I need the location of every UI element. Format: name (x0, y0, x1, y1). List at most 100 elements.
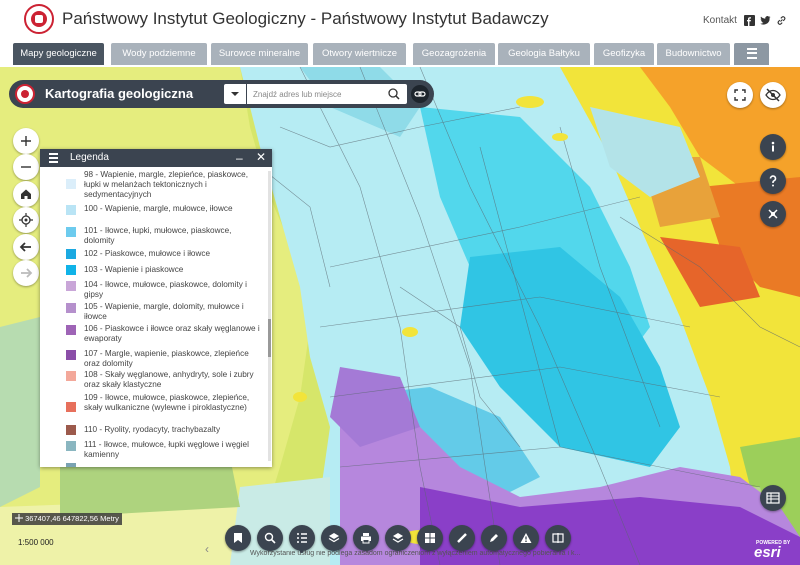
tab-budownictwo[interactable]: Budownictwo (657, 43, 730, 65)
help-button[interactable] (760, 168, 786, 194)
legend-swatch (66, 281, 76, 291)
search-source-dropdown[interactable] (224, 84, 246, 104)
toolbar-grid-button[interactable] (417, 525, 443, 551)
toolbar-attach-button[interactable] (225, 525, 251, 551)
legend-item-label: 110 - Ryolity, ryodacyty, trachybazalty (84, 425, 221, 434)
legend-swatch (66, 227, 76, 237)
app-search-bar: Kartografia geologiczna (9, 80, 434, 108)
category-tabs: Mapy geologiczne Wody podziemne Surowce … (0, 40, 800, 67)
table-icon (766, 492, 780, 504)
magnify-icon (264, 532, 276, 544)
minimize-icon[interactable]: – (236, 151, 243, 165)
legend-item-label: 102 - Piaskowce, mułowce i iłowce (84, 249, 211, 258)
list-icon (46, 153, 58, 163)
legend-swatch (66, 249, 76, 259)
basemap-icon (392, 533, 404, 543)
search-button[interactable] (381, 84, 407, 104)
legend-item-label: 109 - Iłowce, mułowce, piaskowce, zlepie… (84, 393, 250, 412)
kontakt-link[interactable]: Kontakt (703, 15, 737, 26)
eye-slash-icon (765, 88, 781, 102)
info-icon (771, 141, 775, 152)
plus-icon (21, 136, 31, 146)
grid-icon (425, 533, 435, 543)
arrow-right-icon (21, 268, 33, 278)
legend-swatch (66, 350, 76, 360)
toolbar-prev-chevron[interactable]: ‹ (205, 540, 217, 558)
legend-swatch (66, 425, 76, 435)
attribute-table-button[interactable] (760, 485, 786, 511)
info-button[interactable] (760, 134, 786, 160)
legend-swatch (66, 371, 76, 381)
attribution-text: Wykorzystanie usług nie podlega zasadom … (250, 550, 581, 557)
minus-icon (21, 166, 31, 168)
legend-scrollbar[interactable] (268, 171, 271, 461)
legend-swatch (66, 441, 76, 451)
legend-swatch (66, 303, 76, 313)
warning-icon (520, 533, 532, 543)
legend-swatch (66, 205, 76, 215)
bookmark-icon (234, 533, 242, 543)
legend-item-label: 100 - Wapienie, margle, mułowce, iłowce (84, 204, 233, 213)
facebook-icon[interactable] (744, 15, 755, 26)
tools-icon (768, 209, 778, 219)
crosshair-icon (15, 514, 23, 522)
layers-icon (328, 533, 340, 543)
legend-title: Legenda (70, 152, 109, 163)
ruler-icon (457, 533, 467, 543)
menu-icon (746, 47, 757, 59)
toolbar-legend-button[interactable] (289, 525, 315, 551)
home-button[interactable] (13, 181, 39, 207)
search-input[interactable] (247, 84, 391, 104)
legend-scroll-thumb[interactable] (268, 319, 271, 357)
toolbar-draw-button[interactable] (481, 525, 507, 551)
tab-wody-podziemne[interactable]: Wody podziemne (111, 43, 207, 65)
legend-item-label: 101 - Iłowce, łupki, mułowce, piaskowce,… (84, 226, 232, 245)
coordinates-text: 367407,46 647822,56 Metry (25, 514, 119, 523)
twitter-icon[interactable] (760, 15, 771, 26)
toolbar-layers-button[interactable] (321, 525, 347, 551)
legend-swatch (66, 463, 76, 467)
toolbar-measure-button[interactable] (449, 525, 475, 551)
search-icon (388, 88, 400, 100)
more-tabs-button[interactable] (734, 43, 769, 65)
locate-button[interactable] (13, 207, 39, 233)
next-extent-button[interactable] (13, 260, 39, 286)
toolbar-compare-button[interactable] (545, 525, 571, 551)
legend-swatch (66, 325, 76, 335)
toolbar-print-button[interactable] (353, 525, 379, 551)
scale-label: 1:500 000 (18, 538, 54, 547)
legend-item-label: 107 - Margle, wapienie, piaskowce, zlepi… (84, 349, 249, 368)
close-icon[interactable]: ✕ (256, 150, 266, 165)
pgi-logo[interactable] (24, 4, 54, 34)
tools-button[interactable] (760, 201, 786, 227)
previous-extent-button[interactable] (13, 234, 39, 260)
toolbar-basemap-button[interactable] (385, 525, 411, 551)
toolbar-alert-button[interactable] (513, 525, 539, 551)
tab-otwory-wiertnicze[interactable]: Otwory wiertnicze (313, 43, 406, 65)
draw-icon (490, 534, 498, 542)
print-icon (361, 533, 371, 544)
tab-mapy-geologiczne[interactable]: Mapy geologiczne (13, 43, 104, 65)
legend-item-label: 104 - Iłowce, mułowce, piaskowce, dolomi… (84, 280, 247, 299)
arrow-left-icon (19, 242, 31, 252)
legend-item-label: 111 - Iłowce, mułowce, łupki węglowe i w… (84, 440, 249, 459)
fullscreen-button[interactable] (727, 82, 753, 108)
legend-panel: Legenda – ✕ 98 - Wapienie, margle, zlepi… (40, 149, 272, 467)
zoom-in-button[interactable] (13, 128, 39, 154)
tab-surowce-mineralne[interactable]: Surowce mineralne (211, 43, 308, 65)
app-title: Kartografia geologiczna (45, 86, 194, 101)
tab-geologia-baltyku[interactable]: Geologia Bałtyku (498, 43, 590, 65)
legend-item-label: 106 - Piaskowce i iłowce oraz skały węgl… (84, 324, 260, 343)
toolbar-identify-button[interactable] (257, 525, 283, 551)
legend-swatch (66, 265, 76, 275)
list-icon (297, 533, 307, 543)
share-link-icon[interactable] (776, 15, 787, 26)
zoom-out-button[interactable] (13, 154, 39, 180)
link-icon[interactable] (411, 85, 429, 103)
locate-icon (19, 213, 33, 227)
legend-list[interactable]: 98 - Wapienie, margle, zlepieńce, piasko… (40, 167, 272, 467)
tab-geozagrozenia[interactable]: Geozagrożenia (413, 43, 495, 65)
visibility-button[interactable] (760, 82, 786, 108)
legend-item-label: 103 - Wapienie i piaskowce (84, 265, 184, 274)
tab-geofizyka[interactable]: Geofizyka (594, 43, 654, 65)
